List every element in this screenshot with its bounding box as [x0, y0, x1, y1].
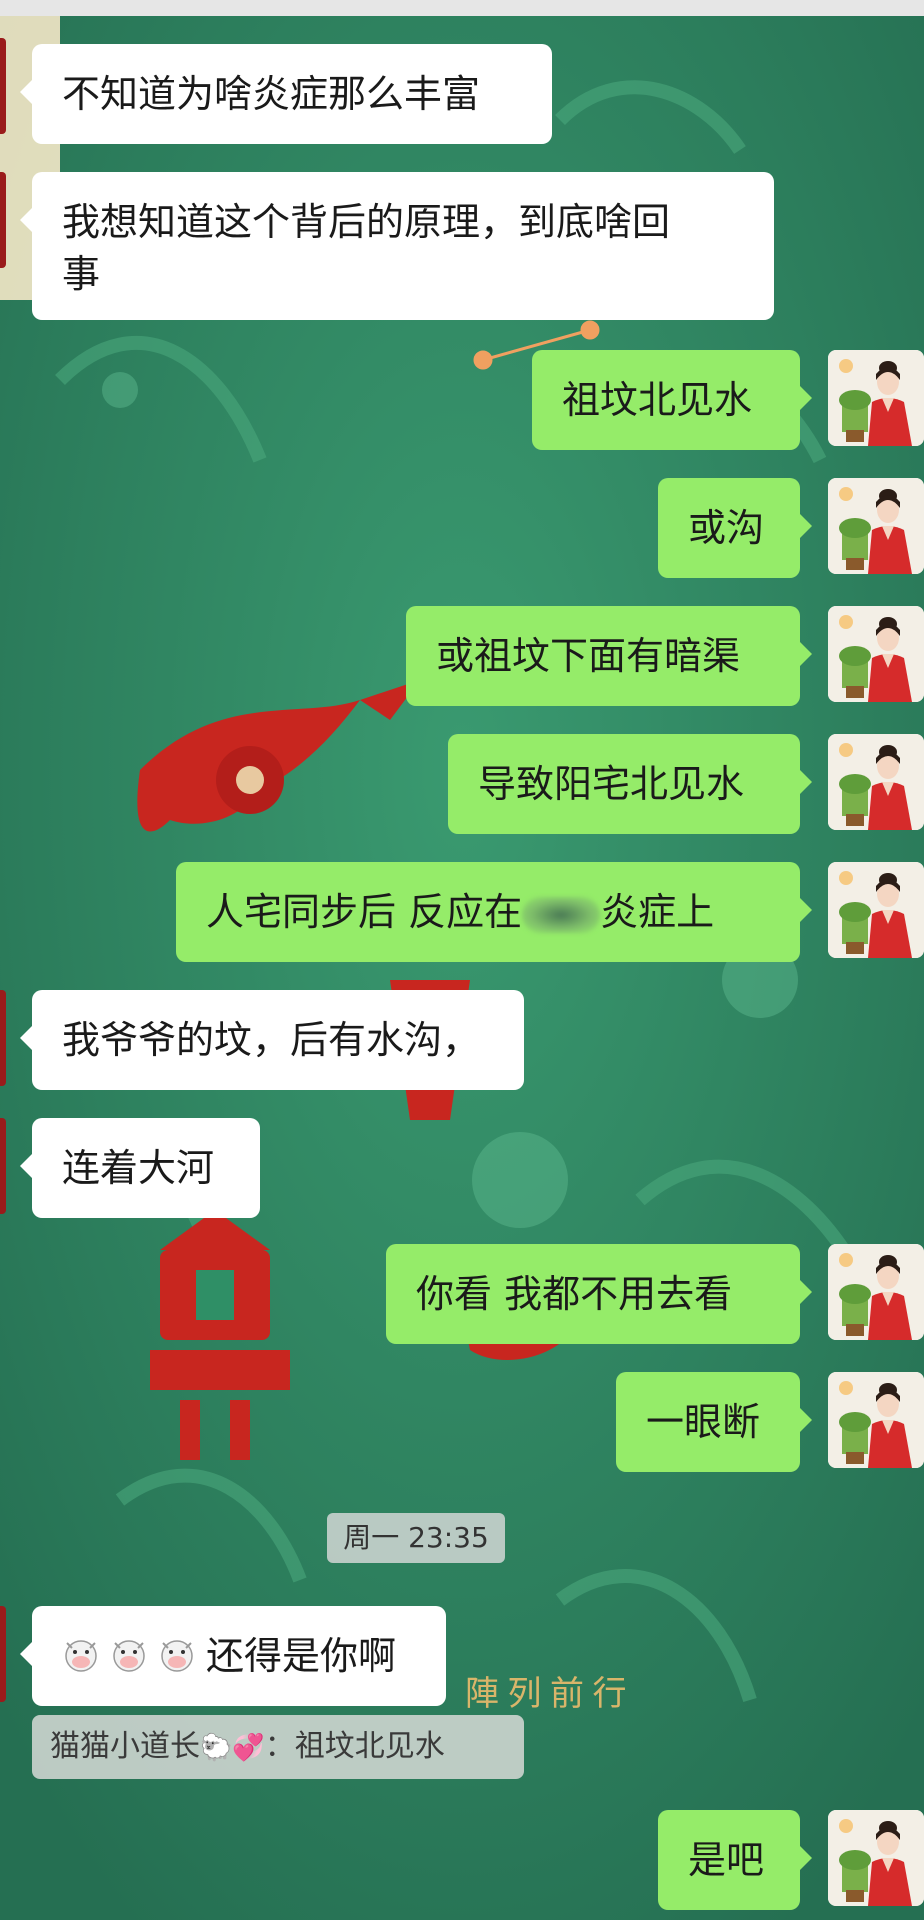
message-timestamp: 周一 23:35	[327, 1513, 505, 1563]
cow-emoji-icon	[161, 1640, 193, 1672]
message-text: 是吧	[688, 1838, 765, 1882]
message-text-line: 事	[62, 252, 101, 296]
avatar-edge[interactable]	[0, 38, 6, 134]
quoted-message[interactable]: 猫猫小道长🐑💞：祖坟北见水	[32, 1715, 524, 1779]
user-avatar[interactable]	[828, 1810, 924, 1906]
woman-in-red-avatar-icon	[828, 1244, 924, 1340]
message-bubble[interactable]: 祖坟北见水	[532, 350, 812, 450]
user-avatar[interactable]	[828, 1372, 924, 1468]
message-bubble[interactable]: 或祖坟下面有暗渠	[406, 606, 812, 706]
woman-in-red-avatar-icon	[828, 1810, 924, 1906]
message-text: 连着大河	[62, 1146, 215, 1190]
message-bubble[interactable]: 不知道为啥炎症那么丰富	[20, 44, 552, 144]
woman-in-red-avatar-icon	[828, 350, 924, 446]
message-text: 炎症上	[600, 890, 715, 934]
message-text-line: 我想知道这个背后的原理，到底啥回	[62, 200, 671, 244]
message-bubble[interactable]: 我想知道这个背后的原理，到底啥回 事	[20, 172, 774, 320]
message-text: 人宅同步后 反应在	[206, 890, 523, 934]
message-bubble[interactable]: 或沟	[658, 478, 812, 578]
user-avatar[interactable]	[828, 1244, 924, 1340]
message-bubble[interactable]: 连着大河	[20, 1118, 260, 1218]
user-avatar[interactable]	[828, 350, 924, 446]
woman-in-red-avatar-icon	[828, 1372, 924, 1468]
cow-emoji-icon	[65, 1640, 97, 1672]
message-text: 还得是你啊	[206, 1634, 397, 1678]
quote-separator: ：	[264, 1729, 295, 1764]
sheep-emoji-icon: 🐑	[200, 1733, 233, 1763]
message-bubble[interactable]: 导致阳宅北见水	[448, 734, 812, 834]
user-avatar[interactable]	[828, 862, 924, 958]
message-text: 你看 我都不用去看	[416, 1272, 733, 1316]
message-bubble[interactable]: 是吧	[658, 1810, 812, 1910]
message-bubble[interactable]: 还得是你啊	[20, 1606, 446, 1706]
user-avatar[interactable]	[828, 606, 924, 702]
woman-in-red-avatar-icon	[828, 862, 924, 958]
message-text: 我爷爷的坟，后有水沟，	[62, 1018, 481, 1062]
avatar-edge[interactable]	[0, 990, 6, 1086]
message-text: 导致阳宅北见水	[478, 762, 745, 806]
message-bubble[interactable]: 一眼断	[616, 1372, 812, 1472]
avatar-edge[interactable]	[0, 1118, 6, 1214]
user-avatar[interactable]	[828, 734, 924, 830]
background-motto: 陣 列 前 行	[465, 1675, 627, 1713]
cow-emoji-icon	[113, 1640, 145, 1672]
message-text: 或祖坟下面有暗渠	[436, 634, 741, 678]
message-text: 不知道为啥炎症那么丰富	[62, 72, 481, 116]
quote-text: 祖坟北见水	[294, 1729, 445, 1764]
woman-in-red-avatar-icon	[828, 478, 924, 574]
woman-in-red-avatar-icon	[828, 734, 924, 830]
message-text: 祖坟北见水	[562, 378, 753, 422]
message-bubble[interactable]: 你看 我都不用去看	[386, 1244, 812, 1344]
quote-sender: 猫猫小道长	[50, 1729, 200, 1764]
avatar-edge[interactable]	[0, 1606, 6, 1702]
user-avatar[interactable]	[828, 478, 924, 574]
message-bubble[interactable]: 我爷爷的坟，后有水沟，	[20, 990, 524, 1090]
message-bubble[interactable]: 人宅同步后 反应在 炎症上	[176, 862, 812, 962]
sparkling-hearts-emoji-icon: 💞	[232, 1733, 265, 1763]
woman-in-red-avatar-icon	[828, 606, 924, 702]
avatar-edge[interactable]	[0, 172, 6, 268]
message-text: 一眼断	[646, 1400, 761, 1444]
status-strip	[0, 0, 924, 16]
redacted-blur	[522, 896, 601, 933]
message-text: 或沟	[688, 506, 765, 550]
